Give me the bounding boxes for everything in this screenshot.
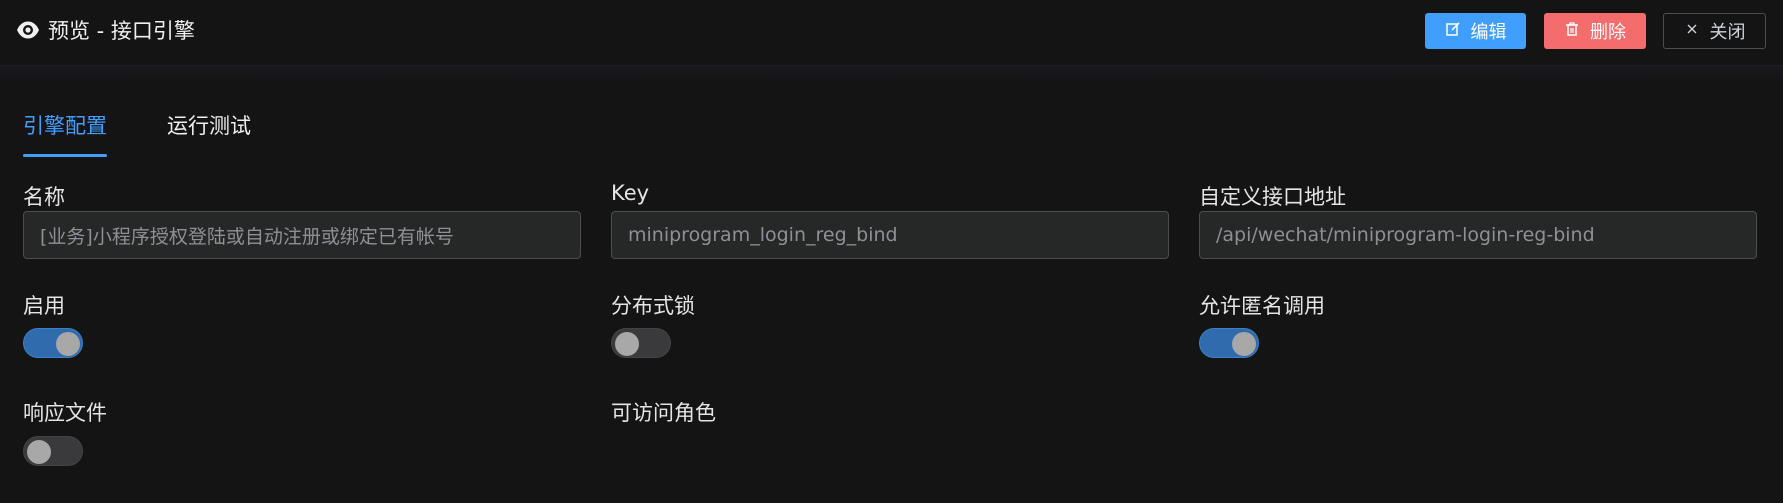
delete-button[interactable]: 删除 <box>1544 13 1646 49</box>
edit-button-label: 编辑 <box>1470 22 1507 43</box>
header-divider <box>0 66 1783 80</box>
close-button-label: 关闭 <box>1709 22 1746 43</box>
active-tab-indicator <box>23 154 107 157</box>
path-label: 自定义接口地址 <box>1199 185 1346 209</box>
edit-button[interactable]: 编辑 <box>1425 13 1526 49</box>
name-field[interactable]: [业务]小程序授权登陆或自动注册或绑定已有帐号 <box>23 211 581 259</box>
path-field[interactable]: /api/wechat/miniprogram-login-reg-bind <box>1199 211 1757 259</box>
lock-label: 分布式锁 <box>611 294 695 318</box>
enabled-label: 启用 <box>23 294 65 318</box>
key-label: Key <box>611 181 650 205</box>
response-file-label: 响应文件 <box>23 401 107 425</box>
switch-knob <box>56 332 80 356</box>
page-title-text: 预览 - 接口引擎 <box>48 19 195 43</box>
page-title: 预览 - 接口引擎 <box>16 16 195 44</box>
delete-button-label: 删除 <box>1590 22 1626 43</box>
name-label: 名称 <box>23 185 65 209</box>
edit-icon <box>1445 21 1461 42</box>
roles-label: 可访问角色 <box>611 401 716 425</box>
response-file-switch[interactable] <box>23 436 83 466</box>
lock-switch[interactable] <box>611 328 671 358</box>
switch-knob <box>1232 332 1256 356</box>
anonymous-label: 允许匿名调用 <box>1199 294 1325 318</box>
key-field[interactable]: miniprogram_login_reg_bind <box>611 211 1169 259</box>
trash-icon <box>1564 21 1580 42</box>
close-icon <box>1684 21 1700 42</box>
switch-knob <box>27 440 51 464</box>
anonymous-switch[interactable] <box>1199 328 1259 358</box>
tab-run-test[interactable]: 运行测试 <box>167 110 251 158</box>
enabled-switch[interactable] <box>23 328 83 358</box>
close-button[interactable]: 关闭 <box>1663 13 1766 49</box>
eye-icon <box>16 18 40 42</box>
tab-engine-config[interactable]: 引擎配置 <box>23 110 107 158</box>
switch-knob <box>615 332 639 356</box>
